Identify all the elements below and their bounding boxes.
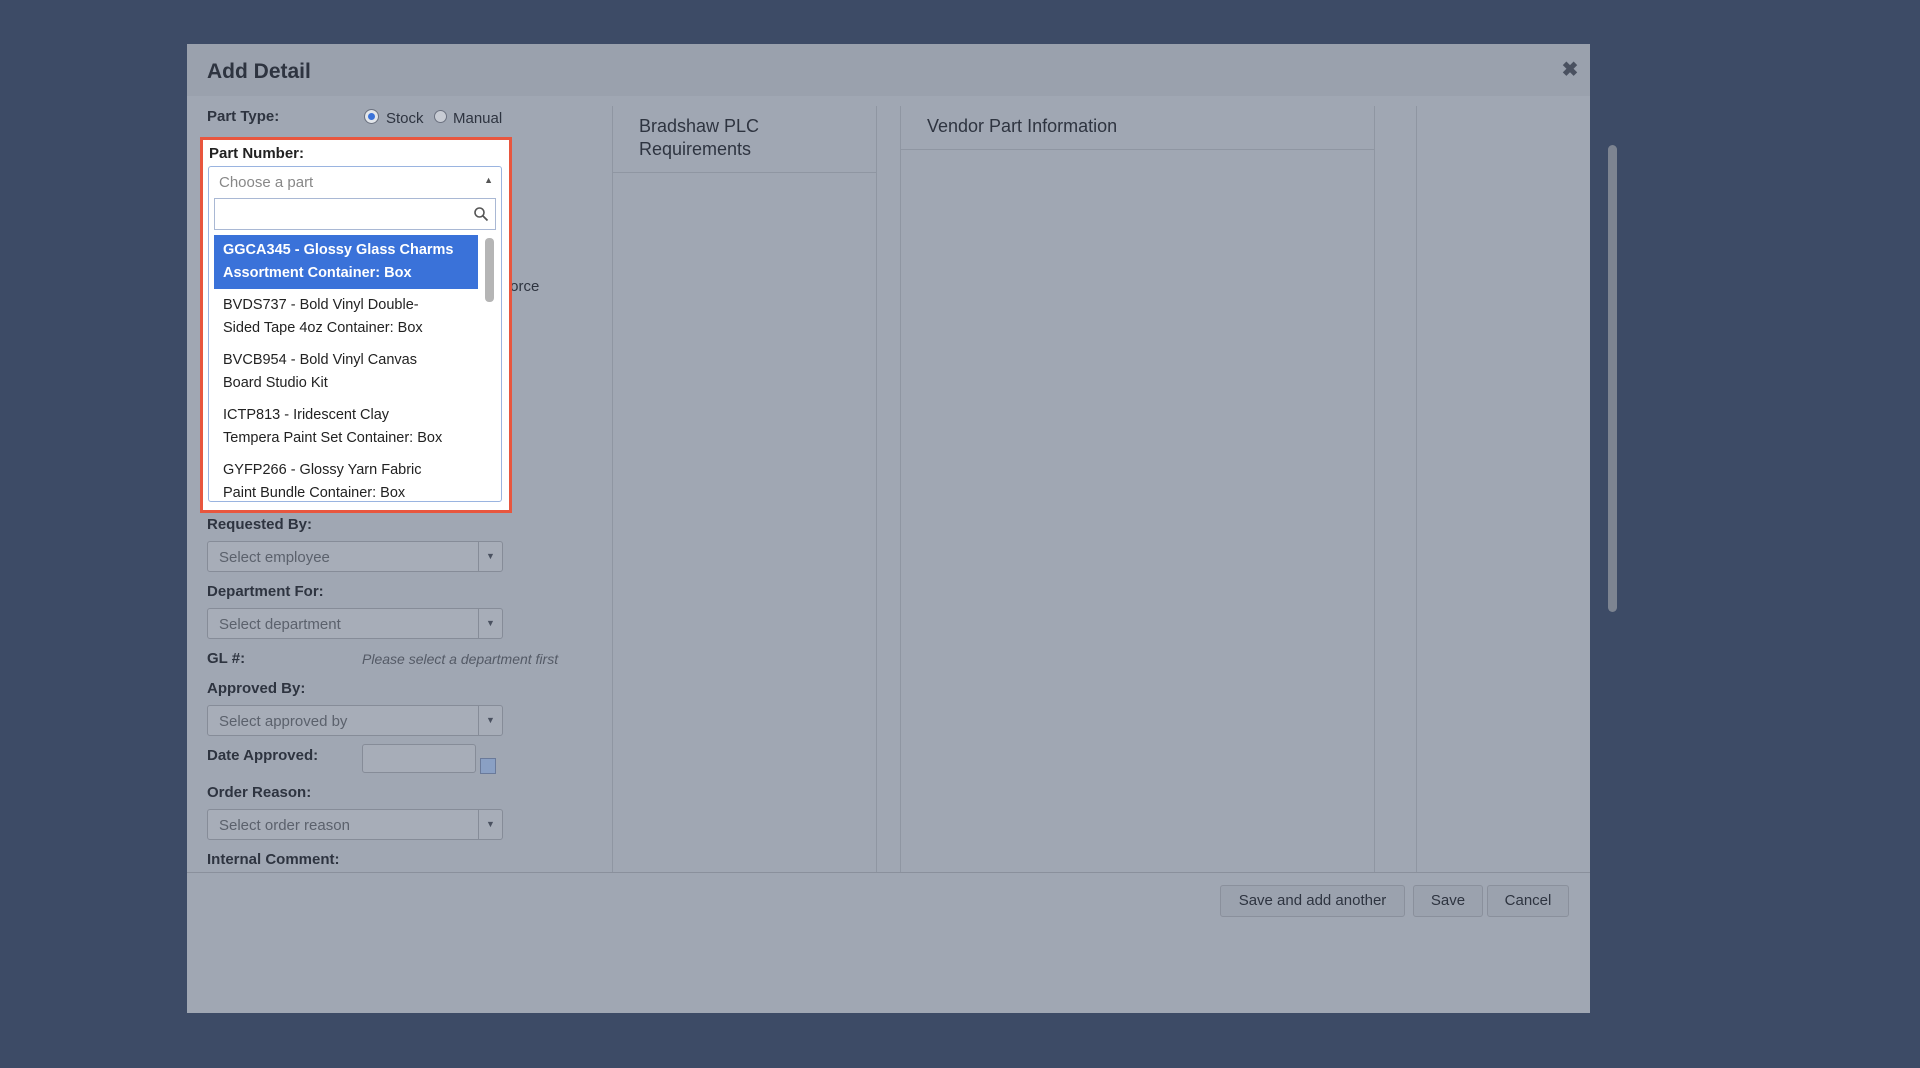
part-option-line1: GGCA345 - Glossy Glass Charms [223, 242, 454, 258]
date-approved-input[interactable] [362, 744, 476, 773]
panel-divider [901, 149, 1374, 150]
part-option-line1: ICTP813 - Iridescent Clay [223, 407, 390, 423]
part-option-line1: GYFP266 - Glossy Yarn Fabric [223, 462, 422, 478]
gl-label: GL #: [207, 650, 246, 667]
part-option-line2: Board Studio Kit [223, 375, 328, 391]
search-icon [474, 207, 489, 222]
part-options-list: GGCA345 - Glossy Glass Charms Assortment… [214, 235, 478, 497]
order-reason-select[interactable]: Select order reason ▼ [207, 809, 503, 840]
dialog-scrollbar[interactable] [1608, 145, 1617, 612]
part-number-highlight: Part Number: Choose a part ▲ GGCA345 - G… [200, 137, 512, 513]
part-type-stock-label: Stock [386, 110, 424, 127]
approved-by-placeholder: Select approved by [219, 713, 348, 730]
order-reason-placeholder: Select order reason [219, 817, 350, 834]
part-option[interactable]: ICTP813 - Iridescent Clay Tempera Paint … [214, 400, 478, 454]
part-number-select[interactable]: Choose a part ▲ [209, 167, 501, 196]
part-number-dropdown[interactable]: Choose a part ▲ GGCA345 - Glossy Glass C… [208, 166, 502, 502]
part-option-line2: Sided Tape 4oz Container: Box [223, 320, 423, 336]
part-number-placeholder: Choose a part [219, 174, 314, 191]
part-option[interactable]: BVCB954 - Bold Vinyl Canvas Board Studio… [214, 345, 478, 399]
date-approved-label: Date Approved: [207, 747, 319, 764]
department-for-select[interactable]: Select department ▼ [207, 608, 503, 639]
footer-divider [187, 872, 1590, 873]
cancel-button[interactable]: Cancel [1487, 885, 1569, 917]
part-option-line1: BVCB954 - Bold Vinyl Canvas [223, 352, 417, 368]
chevron-down-icon: ▼ [478, 810, 502, 839]
chevron-down-icon: ▼ [478, 609, 502, 638]
department-for-placeholder: Select department [219, 616, 341, 633]
column-divider [876, 106, 877, 872]
part-list-scrollbar[interactable] [485, 238, 494, 302]
requested-by-select[interactable]: Select employee ▼ [207, 541, 503, 572]
part-number-label: Part Number: [209, 145, 305, 162]
column-divider [1374, 106, 1375, 872]
approved-by-label: Approved By: [207, 680, 306, 697]
chevron-down-icon: ▼ [478, 542, 502, 571]
column-divider [1416, 106, 1417, 872]
panel-divider [613, 172, 876, 173]
part-option[interactable]: GYFP266 - Glossy Yarn Fabric Paint Bundl… [214, 455, 478, 497]
chevron-down-icon: ▼ [478, 706, 502, 735]
requested-by-label: Requested By: [207, 516, 313, 533]
part-option[interactable]: GGCA345 - Glossy Glass Charms Assortment… [214, 235, 478, 289]
part-option-line2: Paint Bundle Container: Box [223, 485, 406, 497]
department-for-label: Department For: [207, 583, 324, 600]
dialog-header: Add Detail ✖ [187, 44, 1590, 96]
part-search-input[interactable] [214, 198, 496, 230]
chevron-up-icon: ▲ [484, 175, 493, 185]
gl-helper-text: Please select a department first [362, 651, 559, 667]
part-type-manual-label: Manual [453, 110, 503, 127]
requested-by-placeholder: Select employee [219, 549, 330, 566]
part-option[interactable]: BVDS737 - Bold Vinyl Double- Sided Tape … [214, 290, 478, 344]
part-option-line2: Assortment Container: Box [223, 265, 412, 281]
save-and-add-another-button[interactable]: Save and add another [1220, 885, 1405, 917]
close-icon[interactable]: ✖ [1560, 60, 1580, 80]
order-reason-label: Order Reason: [207, 784, 312, 801]
vendor-panel-title: Vendor Part Information [927, 116, 1118, 136]
internal-comment-label: Internal Comment: [207, 851, 340, 868]
part-type-label: Part Type: [207, 108, 280, 125]
part-option-line1: BVDS737 - Bold Vinyl Double- [223, 297, 419, 313]
column-divider [612, 106, 613, 872]
part-type-manual-radio[interactable] [434, 110, 447, 123]
part-type-stock-radio[interactable] [364, 109, 379, 124]
dialog-title: Add Detail [207, 60, 311, 83]
requirements-panel-title: Bradshaw PLC Requirements [639, 116, 760, 159]
calendar-icon[interactable] [480, 758, 496, 774]
approved-by-select[interactable]: Select approved by ▼ [207, 705, 503, 736]
part-option-line2: Tempera Paint Set Container: Box [223, 430, 443, 446]
column-divider [900, 106, 901, 872]
save-button[interactable]: Save [1413, 885, 1483, 917]
